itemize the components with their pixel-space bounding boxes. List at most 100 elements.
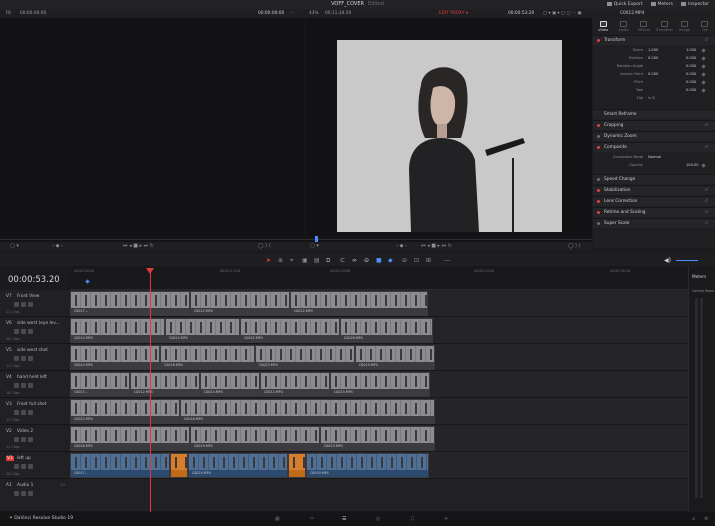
quick-export-button[interactable]: Quick Export bbox=[606, 0, 643, 9]
source-fit[interactable]: Fit bbox=[6, 9, 11, 18]
timeline-clip[interactable]: C0017... bbox=[70, 291, 190, 316]
track-header-v4[interactable]: V4 hand held left 18 Clips bbox=[0, 371, 70, 398]
timeline-clip[interactable]: C0022.MP4 bbox=[240, 318, 340, 343]
snap-icon[interactable]: ⊂ bbox=[340, 257, 346, 264]
timeline-clip[interactable]: C0016.MP4 bbox=[160, 345, 255, 370]
timeline-clip[interactable]: C0024.MP4 bbox=[70, 345, 160, 370]
zoom-level[interactable]: 43% bbox=[309, 9, 319, 18]
timeline-clip[interactable]: C0026.MP4 bbox=[340, 318, 433, 343]
timeline-clip[interactable]: C0026.MP4 bbox=[70, 426, 190, 451]
track-header-v5[interactable]: V5 side west shot 11 Clips bbox=[0, 344, 70, 371]
page-media-icon[interactable]: ▦ bbox=[275, 516, 280, 522]
timeline-clip[interactable]: C0023.MP4 bbox=[330, 372, 430, 397]
timeline-clip[interactable]: C0019.MP4 bbox=[355, 345, 435, 370]
timeline-clip[interactable]: C0012.MP4 bbox=[260, 372, 330, 397]
program-jog[interactable]: ‹ ◆ › bbox=[396, 242, 407, 251]
settings-icon[interactable]: ⚙ bbox=[704, 516, 708, 522]
insert-icon[interactable]: ▣ bbox=[302, 257, 308, 264]
section-retime-scaling[interactable]: Retime and Scaling ↺ bbox=[593, 207, 715, 217]
track-header-v3[interactable]: V3 Front full shot 11 Clips bbox=[0, 398, 70, 425]
overwrite-icon[interactable]: ▤ bbox=[314, 257, 320, 264]
track-header-v2[interactable]: V2 Video 2 11 Clips bbox=[0, 425, 70, 452]
source-play-controls[interactable]: ⏮ ◂ ■ ▸ ⏭ ↻ bbox=[123, 242, 154, 251]
track-header-v7[interactable]: V7 Front View 11 Clips bbox=[0, 290, 70, 317]
timeline-clip[interactable]: C0012.MP4 bbox=[290, 291, 428, 316]
timeline-clip[interactable]: C0023.MP4 bbox=[320, 426, 435, 451]
section-super-scale[interactable]: Super Scale ↺ bbox=[593, 218, 715, 228]
program-mark-controls[interactable]: ◯ ⟩ ⟨ bbox=[568, 242, 581, 251]
timeline-clip[interactable]: C0014.MP4 bbox=[200, 372, 260, 397]
section-composite[interactable]: Composite ↺ bbox=[593, 142, 715, 152]
track-header-a1[interactable]: A1 Audio 1 2.0 bbox=[0, 479, 70, 512]
zoom-custom-icon[interactable]: ⊞ bbox=[426, 257, 432, 264]
zoom-detail-icon[interactable]: ⊖ bbox=[402, 257, 408, 264]
timeline-clip[interactable]: C0012.MP4 bbox=[130, 372, 200, 397]
tab-video[interactable]: Video bbox=[593, 21, 613, 32]
timeline-clip[interactable]: C0017... bbox=[70, 372, 130, 397]
page-fairlight-icon[interactable]: ♫ bbox=[410, 516, 414, 522]
timeline-clip[interactable]: C0022.MP4 bbox=[70, 399, 180, 424]
tab-image[interactable]: Image bbox=[674, 21, 694, 32]
opacity-input[interactable]: 100.00 bbox=[686, 162, 699, 169]
section-transform[interactable]: Transform ↺ bbox=[593, 35, 715, 45]
source-mark-controls[interactable]: ◯ ⟩ ⟨ bbox=[258, 242, 271, 251]
timeline-tracks[interactable]: C0017... C0012.MP4 C0012.MP4 C0014.MP4 C… bbox=[70, 290, 688, 512]
link-icon[interactable]: ∞ bbox=[352, 257, 358, 264]
lock-icon[interactable]: ⊝ bbox=[364, 257, 370, 264]
composite-mode-select[interactable]: Normal bbox=[648, 154, 661, 161]
proxy-status[interactable]: EDIT PROXY ▾ bbox=[439, 9, 468, 18]
section-dynamic-zoom[interactable]: Dynamic Zoom bbox=[593, 131, 715, 141]
tab-transition[interactable]: Transition bbox=[654, 21, 674, 32]
page-cut-icon[interactable]: ✂ bbox=[310, 516, 314, 522]
section-stabilization[interactable]: Stabilization ↺ bbox=[593, 185, 715, 195]
timeline-clip-selected[interactable] bbox=[170, 453, 188, 478]
flag-icon[interactable]: ■ bbox=[376, 257, 382, 264]
position-x-input[interactable]: 0.000 bbox=[648, 55, 658, 62]
zoom-y-input[interactable]: 1.000 bbox=[686, 47, 696, 54]
source-viewer[interactable] bbox=[0, 18, 305, 236]
trim-tool-icon[interactable]: ⊕ bbox=[278, 257, 284, 264]
anchor-x-input[interactable]: 0.000 bbox=[648, 71, 658, 78]
section-smart-reframe[interactable]: Smart Reframe bbox=[593, 109, 715, 119]
meters-button[interactable]: Meters bbox=[650, 0, 673, 9]
zoom-x-input[interactable]: 1.000 bbox=[648, 47, 658, 54]
more-icon[interactable]: ⋯ bbox=[290, 9, 294, 18]
timeline-clip[interactable]: C0019.MP4 bbox=[190, 426, 320, 451]
tab-file[interactable]: File bbox=[695, 21, 715, 32]
inspector-button[interactable]: Inspector bbox=[681, 0, 709, 9]
source-jog[interactable]: ‹ ◆ › bbox=[52, 242, 63, 251]
track-header-v6[interactable]: V6 side west (eye lev... 16 Clips bbox=[0, 317, 70, 344]
source-clip-icon[interactable]: ▢ ▾ bbox=[10, 242, 19, 251]
section-speed-change[interactable]: Speed Change bbox=[593, 174, 715, 184]
blade-tool-icon[interactable]: ⌖ bbox=[290, 257, 296, 264]
position-y-input[interactable]: 0.000 bbox=[686, 55, 696, 62]
track-header-v1[interactable]: V1 left up 16 Clips bbox=[0, 452, 70, 479]
timeline-clip[interactable]: C0023.MP4 bbox=[255, 345, 355, 370]
marker-icon[interactable]: ◆ bbox=[388, 257, 394, 264]
page-edit-icon[interactable]: ☰ bbox=[342, 516, 346, 522]
home-icon[interactable]: ⌂ bbox=[692, 516, 695, 522]
timeline-clip-selected[interactable] bbox=[288, 453, 306, 478]
section-cropping[interactable]: Cropping ↺ bbox=[593, 120, 715, 130]
playhead[interactable] bbox=[150, 268, 151, 512]
selection-tool-icon[interactable]: ➤ bbox=[266, 257, 272, 264]
pitch-input[interactable]: 0.000 bbox=[686, 79, 696, 86]
timeline-ruler[interactable]: 00:00:00:00 00:00:14:16 00:00:29:08 00:0… bbox=[70, 266, 688, 290]
program-play-controls[interactable]: ⏮ ◂ ■ ▸ ⏭ ↻ bbox=[421, 242, 452, 251]
rotation-input[interactable]: 0.000 bbox=[686, 63, 696, 70]
timeline-clip[interactable]: C0019.MP4 bbox=[306, 453, 429, 478]
timeline-clip[interactable]: C0024.MP4 bbox=[188, 453, 288, 478]
tab-effects[interactable]: Effects bbox=[634, 21, 654, 32]
replace-icon[interactable]: ⧉ bbox=[326, 257, 332, 264]
timeline-clip[interactable]: C0017... bbox=[70, 453, 170, 478]
zoom-fit-icon[interactable]: ⊡ bbox=[414, 257, 420, 264]
volume-slider[interactable] bbox=[676, 260, 698, 261]
timeline-clip[interactable]: C0024.MP4 bbox=[165, 318, 240, 343]
yaw-input[interactable]: 0.000 bbox=[686, 87, 696, 94]
section-lens-correction[interactable]: Lens Correction ↺ bbox=[593, 196, 715, 206]
anchor-y-input[interactable]: 0.000 bbox=[686, 71, 696, 78]
view-options-icon[interactable]: ▢ ▾ ▣ ▾ ▢ ▢ ⋯ ▣ bbox=[543, 9, 581, 18]
zoom-slider-icon[interactable]: — bbox=[444, 257, 450, 264]
timeline-clip[interactable]: C0012.MP4 bbox=[190, 291, 290, 316]
marker-icon[interactable] bbox=[85, 279, 90, 284]
